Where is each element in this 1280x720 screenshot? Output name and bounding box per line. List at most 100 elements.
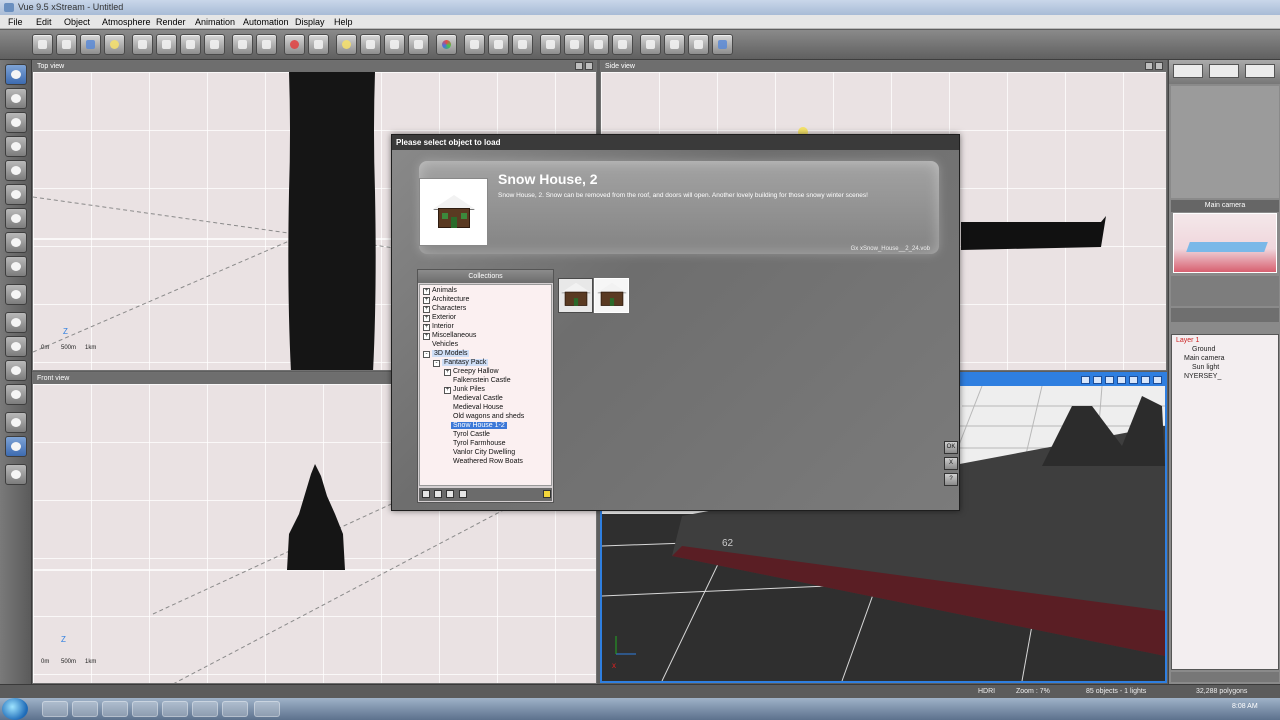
clapper-icon[interactable] [664, 34, 685, 55]
tree-item[interactable]: Vanlor City Dwelling [453, 448, 515, 457]
timeline-icon[interactable] [464, 34, 485, 55]
tree-item[interactable]: + Architecture [423, 295, 469, 304]
menu-atmosphere[interactable]: Atmosphere [102, 17, 151, 27]
settings-icon[interactable] [459, 490, 467, 498]
render-icon[interactable] [284, 34, 305, 55]
plant-icon[interactable] [5, 184, 27, 205]
layer-item[interactable]: Layer 1 [1176, 337, 1199, 344]
layer-item[interactable]: Sun light [1192, 364, 1219, 371]
boolean-icon[interactable] [5, 384, 27, 405]
object-thumbnail-snow-house-1[interactable] [558, 278, 593, 313]
taskbar-explorer-icon[interactable] [72, 701, 98, 717]
tree-item[interactable]: Medieval Castle [453, 394, 503, 403]
open-scene-icon[interactable] [56, 34, 77, 55]
viewport-maximize-icon[interactable] [585, 62, 593, 70]
scene-info-icon[interactable] [104, 34, 125, 55]
tree-item[interactable]: + Creepy Hallow [444, 367, 499, 376]
tree-item[interactable]: Tyrol Farmhouse [453, 439, 506, 448]
tree-item[interactable]: -3D Models [423, 349, 470, 358]
layout-icon[interactable] [688, 34, 709, 55]
layer-icon[interactable] [1209, 64, 1239, 78]
cloud-icon[interactable] [5, 232, 27, 253]
grid-toggle-icon[interactable] [1117, 376, 1126, 384]
metablob-icon[interactable] [5, 360, 27, 381]
add-folder-icon[interactable] [434, 490, 442, 498]
menu-file[interactable]: File [8, 17, 23, 27]
tree-item[interactable]: Weathered Row Boats [453, 457, 523, 466]
redo-icon[interactable] [256, 34, 277, 55]
lock-view-icon[interactable] [1129, 376, 1138, 384]
taskbar-app-icon[interactable] [132, 701, 158, 717]
taskbar-app-icon[interactable] [192, 701, 218, 717]
center-view-icon[interactable] [1141, 376, 1150, 384]
display-mode-icon[interactable] [1105, 376, 1114, 384]
cancel-button[interactable]: X [944, 457, 958, 470]
tree-item[interactable]: Old wagons and sheds [453, 412, 524, 421]
tree-item[interactable]: Vehicles [432, 340, 458, 349]
new-scene-icon[interactable] [32, 34, 53, 55]
expand-icon[interactable]: + [423, 306, 430, 313]
viewport-options-icon[interactable] [1145, 62, 1153, 70]
tree-item[interactable]: + Junk Piles [444, 385, 485, 394]
menu-render[interactable]: Render [156, 17, 186, 27]
expand-icon[interactable]: + [423, 297, 430, 304]
group-icon[interactable] [5, 464, 27, 485]
torus-icon[interactable] [5, 336, 27, 357]
collapse-icon[interactable]: - [423, 351, 430, 358]
load-object-icon[interactable] [5, 284, 27, 305]
water-plane-icon[interactable] [5, 64, 27, 85]
menu-help[interactable]: Help [334, 17, 353, 27]
tree-item[interactable]: Medieval House [453, 403, 503, 412]
render-preview-icon[interactable] [1093, 376, 1102, 384]
zoom-out-icon[interactable] [588, 34, 609, 55]
taskbar-app-icon[interactable] [222, 701, 248, 717]
menu-automation[interactable]: Automation [243, 17, 289, 27]
remove-icon[interactable] [446, 490, 454, 498]
atmosphere-icon[interactable] [336, 34, 357, 55]
mountain-icon[interactable] [5, 160, 27, 181]
ecosystem-icon[interactable] [5, 256, 27, 277]
menu-animation[interactable]: Animation [195, 17, 235, 27]
tree-item[interactable]: + Animals [423, 286, 457, 295]
object-properties-icon[interactable] [384, 34, 405, 55]
zoom-in-icon[interactable] [564, 34, 585, 55]
frame-icon[interactable] [512, 34, 533, 55]
expand-icon[interactable]: + [444, 369, 451, 376]
brush-icon[interactable] [1245, 64, 1275, 78]
film-strip-icon[interactable] [640, 34, 661, 55]
menu-object[interactable]: Object [64, 17, 90, 27]
tree-item[interactable]: + Characters [423, 304, 466, 313]
layer-item[interactable]: Ground [1192, 346, 1215, 353]
layer-item[interactable]: Main camera [1184, 355, 1224, 362]
menu-display[interactable]: Display [295, 17, 325, 27]
taskbar-vue-icon[interactable] [254, 701, 280, 717]
ok-button[interactable]: OK [944, 441, 958, 454]
new-collection-icon[interactable] [422, 490, 430, 498]
material-icon[interactable] [360, 34, 381, 55]
text-icon[interactable] [5, 112, 27, 133]
tree-item-selected[interactable]: Snow House 1-2 [451, 421, 507, 430]
taskbar-media-icon[interactable] [102, 701, 128, 717]
start-button[interactable] [2, 698, 28, 720]
camera-preview-header[interactable]: Main camera [1171, 200, 1279, 212]
pen-icon[interactable] [1173, 64, 1203, 78]
collapse-icon[interactable]: - [433, 360, 440, 367]
function-icon[interactable] [408, 34, 429, 55]
camera-options-icon[interactable] [1081, 376, 1090, 384]
menu-edit[interactable]: Edit [36, 17, 52, 27]
render-options-icon[interactable] [308, 34, 329, 55]
clock[interactable]: 8:08 AM [1232, 703, 1258, 710]
viewport-maximize-icon[interactable] [1155, 62, 1163, 70]
tree-item[interactable]: Falkenstein Castle [453, 376, 511, 385]
cylinder-icon[interactable] [5, 312, 27, 333]
browse-folder-icon[interactable] [543, 490, 551, 498]
tree-item[interactable]: + Interior [423, 322, 454, 331]
viewport-maximize-icon[interactable] [1153, 376, 1162, 384]
taskbar-app-icon[interactable] [162, 701, 188, 717]
taskbar-chrome-icon[interactable] [42, 701, 68, 717]
world-browser-tabs[interactable] [1171, 308, 1279, 322]
pan-icon[interactable] [612, 34, 633, 55]
tree-item[interactable]: - Fantasy Pack [433, 358, 489, 367]
sphere-icon[interactable] [5, 88, 27, 109]
undo-icon[interactable] [232, 34, 253, 55]
